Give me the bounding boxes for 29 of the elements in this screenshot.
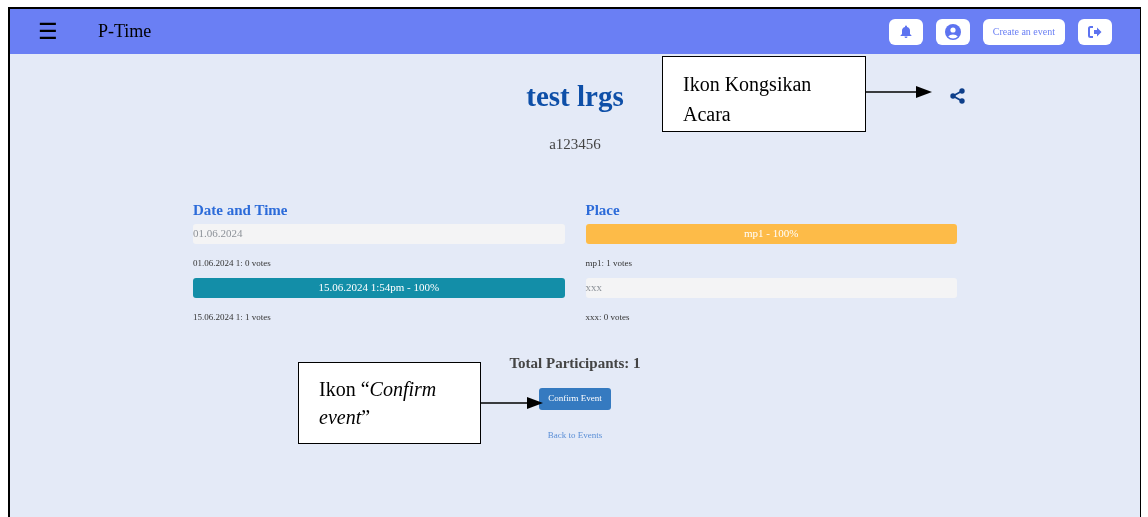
poll-option-label: 01.06.2024 xyxy=(193,226,243,242)
share-icon[interactable] xyxy=(950,88,965,104)
logout-icon xyxy=(1088,25,1102,38)
vote-count: 15.06.2024 1: 1 votes xyxy=(193,311,272,323)
notification-button[interactable] xyxy=(888,18,923,45)
annotation-callout: Ikon Kongsikan Acara xyxy=(662,56,866,132)
poll-option-label: mp1 - 100% xyxy=(744,226,799,242)
logout-button[interactable] xyxy=(1078,18,1112,45)
create-event-button[interactable]: Create an event xyxy=(982,18,1065,45)
vote-count: mp1: 1 votes xyxy=(585,257,633,269)
brand-name[interactable]: P-Time xyxy=(98,18,152,45)
confirm-event-button[interactable]: Confirm Event xyxy=(539,388,611,410)
profile-button[interactable] xyxy=(935,18,970,45)
vote-count: xxx: 0 votes xyxy=(585,311,631,323)
section-heading: Date and Time xyxy=(193,200,289,219)
section-heading: Place xyxy=(585,200,621,219)
annotation-callout: Ikon “Confirm event” xyxy=(298,362,481,444)
back-to-events-link[interactable]: Back to Events xyxy=(547,429,603,443)
annotation-arrow xyxy=(866,86,932,98)
poll-option-label: xxx xyxy=(585,280,602,296)
vote-count: 01.06.2024 1: 0 votes xyxy=(193,257,272,269)
total-participants: Total Participants: 1 xyxy=(509,353,641,373)
annotation-arrow xyxy=(481,397,543,409)
event-code: a123456 xyxy=(549,135,601,154)
menu-icon[interactable]: ☰ xyxy=(38,20,58,43)
event-title: test lrgs xyxy=(526,82,624,111)
poll-option-label: 15.06.2024 1:54pm - 100% xyxy=(318,280,440,296)
bell-icon xyxy=(899,25,912,38)
user-circle-icon xyxy=(944,23,961,40)
